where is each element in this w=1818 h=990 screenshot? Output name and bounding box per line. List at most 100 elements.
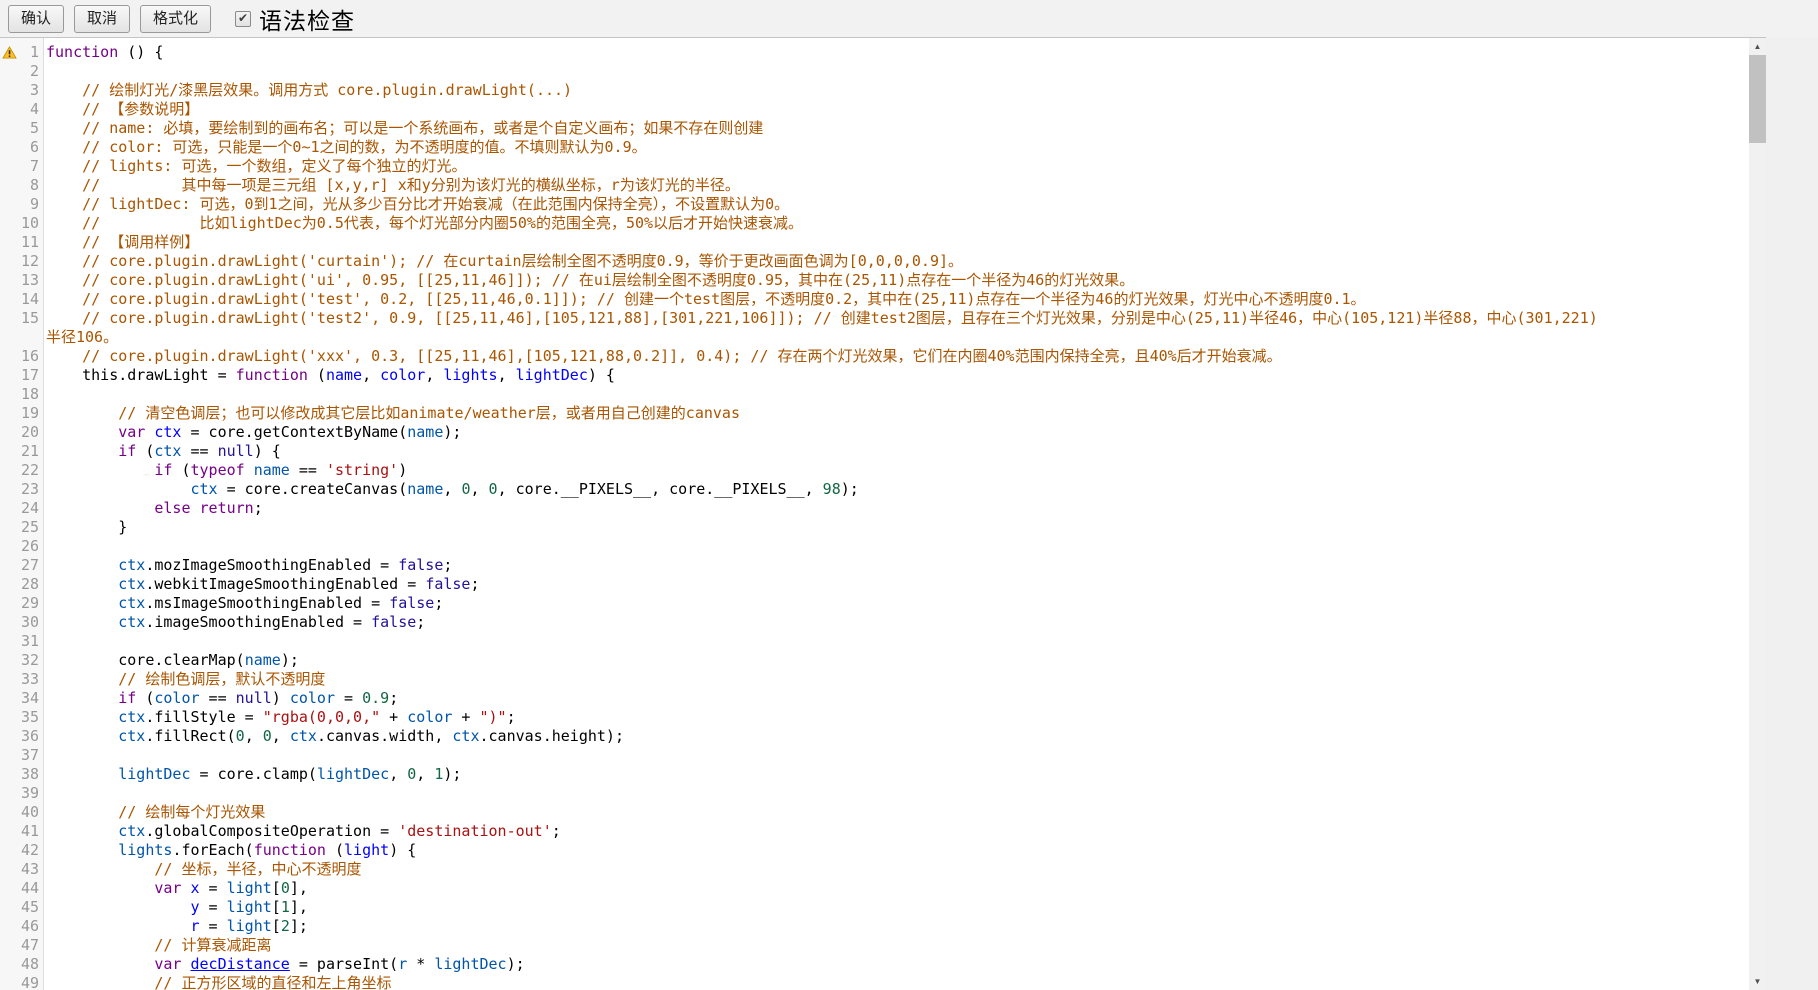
line-number: 17 [18, 366, 44, 385]
line-number: 33 [18, 670, 44, 689]
code-line[interactable]: 17 this.drawLight = function (name, colo… [0, 366, 1749, 385]
toolbar: 确认 取消 格式化 ✔ 语法检查 [0, 0, 1818, 37]
code-line[interactable]: 41 ctx.globalCompositeOperation = 'desti… [0, 822, 1749, 841]
code-line[interactable]: 3 // 绘制灯光/漆黑层效果。调用方式 core.plugin.drawLig… [0, 81, 1749, 100]
code-text [44, 784, 1749, 803]
gutter-marker [0, 651, 18, 670]
code-line[interactable]: 39 [0, 784, 1749, 803]
code-line[interactable]: 36 ctx.fillRect(0, 0, ctx.canvas.width, … [0, 727, 1749, 746]
code-line[interactable]: 27 ctx.mozImageSmoothingEnabled = false; [0, 556, 1749, 575]
code-line[interactable]: 12 // core.plugin.drawLight('curtain'); … [0, 252, 1749, 271]
code-line[interactable]: 28 ctx.webkitImageSmoothingEnabled = fal… [0, 575, 1749, 594]
code-line[interactable]: 8 // 其中每一项是三元组 [x,y,r] x和y分别为该灯光的横纵坐标，r为… [0, 176, 1749, 195]
gutter-marker [0, 936, 18, 955]
code-line[interactable]: 10 // 比如lightDec为0.5代表，每个灯光部分内圈50%的范围全亮，… [0, 214, 1749, 233]
gutter-marker [0, 765, 18, 784]
code-line[interactable]: 46 r = light[2]; [0, 917, 1749, 936]
code-line[interactable]: 26 [0, 537, 1749, 556]
gutter-marker [0, 385, 18, 404]
code-line[interactable]: 18 [0, 385, 1749, 404]
code-text: // 【参数说明】 [44, 100, 1749, 119]
code-line[interactable]: 48 var decDistance = parseInt(r * lightD… [0, 955, 1749, 974]
code-line[interactable]: 2 [0, 62, 1749, 81]
line-number: 49 [18, 974, 44, 990]
scrollbar-thumb[interactable] [1749, 55, 1766, 143]
code-line[interactable]: 33 // 绘制色调层，默认不透明度 [0, 670, 1749, 689]
code-line[interactable]: 49 // 正方形区域的直径和左上角坐标 [0, 974, 1749, 990]
gutter-marker [0, 195, 18, 214]
gutter-marker [0, 860, 18, 879]
gutter-marker [0, 518, 18, 537]
code-line[interactable]: 15 // core.plugin.drawLight('test2', 0.9… [0, 309, 1749, 328]
code-line[interactable]: 5 // name: 必填，要绘制到的画布名；可以是一个系统画布，或者是个自定义… [0, 119, 1749, 138]
code-text: ctx.webkitImageSmoothingEnabled = false; [44, 575, 1749, 594]
line-number: 36 [18, 727, 44, 746]
code-line[interactable]: 31 [0, 632, 1749, 651]
syntax-check-label[interactable]: 语法检查 [259, 2, 355, 36]
code-line[interactable]: 44 var x = light[0], [0, 879, 1749, 898]
line-number: 11 [18, 233, 44, 252]
line-number: 48 [18, 955, 44, 974]
code-line[interactable]: 45 y = light[1], [0, 898, 1749, 917]
code-line[interactable]: 14 // core.plugin.drawLight('test', 0.2,… [0, 290, 1749, 309]
code-line[interactable]: 1function () { [0, 43, 1749, 62]
gutter-marker [0, 233, 18, 252]
code-line[interactable]: 9 // lightDec: 可选，0到1之间，光从多少百分比才开始衰减（在此范… [0, 195, 1749, 214]
code-line[interactable]: 24 else return; [0, 499, 1749, 518]
code-line[interactable]: 32 core.clearMap(name); [0, 651, 1749, 670]
code-text: // name: 必填，要绘制到的画布名；可以是一个系统画布，或者是个自定义画布… [44, 119, 1749, 138]
gutter-marker [0, 157, 18, 176]
line-number: 27 [18, 556, 44, 575]
code-line[interactable]: 47 // 计算衰减距离 [0, 936, 1749, 955]
code-line[interactable]: 25 } [0, 518, 1749, 537]
code-line[interactable]: 4 // 【参数说明】 [0, 100, 1749, 119]
code-editor[interactable]: 1function () {23 // 绘制灯光/漆黑层效果。调用方式 core… [0, 37, 1766, 990]
line-number: 23 [18, 480, 44, 499]
code-line[interactable]: 30 ctx.imageSmoothingEnabled = false; [0, 613, 1749, 632]
line-number: 22 [18, 461, 44, 480]
confirm-button[interactable]: 确认 [8, 5, 64, 33]
scroll-up-button[interactable]: ▲ [1749, 38, 1766, 55]
gutter-marker [0, 271, 18, 290]
code-text: if (color == null) color = 0.9; [44, 689, 1749, 708]
code-line-continuation[interactable]: 半径106。 [0, 328, 1749, 347]
line-number: 4 [18, 100, 44, 119]
code-text: // lightDec: 可选，0到1之间，光从多少百分比才开始衰减（在此范围内… [44, 195, 1749, 214]
line-number: 14 [18, 290, 44, 309]
line-number: 46 [18, 917, 44, 936]
code-line[interactable]: 11 // 【调用样例】 [0, 233, 1749, 252]
scroll-down-button[interactable]: ▼ [1749, 973, 1766, 990]
code-line[interactable]: 35 ctx.fillStyle = "rgba(0,0,0," + color… [0, 708, 1749, 727]
code-line[interactable]: 19 // 清空色调层；也可以修改成其它层比如animate/weather层，… [0, 404, 1749, 423]
code-line[interactable]: 6 // color: 可选，只能是一个0~1之间的数，为不透明度的值。不填则默… [0, 138, 1749, 157]
code-line[interactable]: 7 // lights: 可选，一个数组，定义了每个独立的灯光。 [0, 157, 1749, 176]
code-text: // core.plugin.drawLight('test', 0.2, [[… [44, 290, 1749, 309]
code-line[interactable]: 13 // core.plugin.drawLight('ui', 0.95, … [0, 271, 1749, 290]
code-line[interactable]: 20 var ctx = core.getContextByName(name)… [0, 423, 1749, 442]
code-line[interactable]: 37 [0, 746, 1749, 765]
gutter-marker [0, 290, 18, 309]
line-number: 43 [18, 860, 44, 879]
line-number: 29 [18, 594, 44, 613]
code-line[interactable]: 21 if (ctx == null) { [0, 442, 1749, 461]
code-line[interactable]: 22 if (typeof name == 'string') [0, 461, 1749, 480]
code-line[interactable]: 43 // 坐标，半径，中心不透明度 [0, 860, 1749, 879]
code-line[interactable]: 42 lights.forEach(function (light) { [0, 841, 1749, 860]
syntax-check-checkbox[interactable]: ✔ [235, 11, 251, 27]
code-line[interactable]: 23 ctx = core.createCanvas(name, 0, 0, c… [0, 480, 1749, 499]
code-text: ctx.fillRect(0, 0, ctx.canvas.width, ctx… [44, 727, 1749, 746]
code-line[interactable]: 34 if (color == null) color = 0.9; [0, 689, 1749, 708]
gutter-marker [0, 404, 18, 423]
gutter-marker [0, 898, 18, 917]
gutter-marker [0, 575, 18, 594]
code-line[interactable]: 29 ctx.msImageSmoothingEnabled = false; [0, 594, 1749, 613]
code-line[interactable]: 16 // core.plugin.drawLight('xxx', 0.3, … [0, 347, 1749, 366]
line-number: 40 [18, 803, 44, 822]
vertical-scrollbar[interactable]: ▲ ▼ [1749, 38, 1766, 990]
code-text: // core.plugin.drawLight('test2', 0.9, [… [44, 309, 1749, 328]
code-line[interactable]: 40 // 绘制每个灯光效果 [0, 803, 1749, 822]
cancel-button[interactable]: 取消 [74, 5, 130, 33]
format-button[interactable]: 格式化 [140, 5, 211, 33]
gutter-marker [0, 556, 18, 575]
code-line[interactable]: 38 lightDec = core.clamp(lightDec, 0, 1)… [0, 765, 1749, 784]
